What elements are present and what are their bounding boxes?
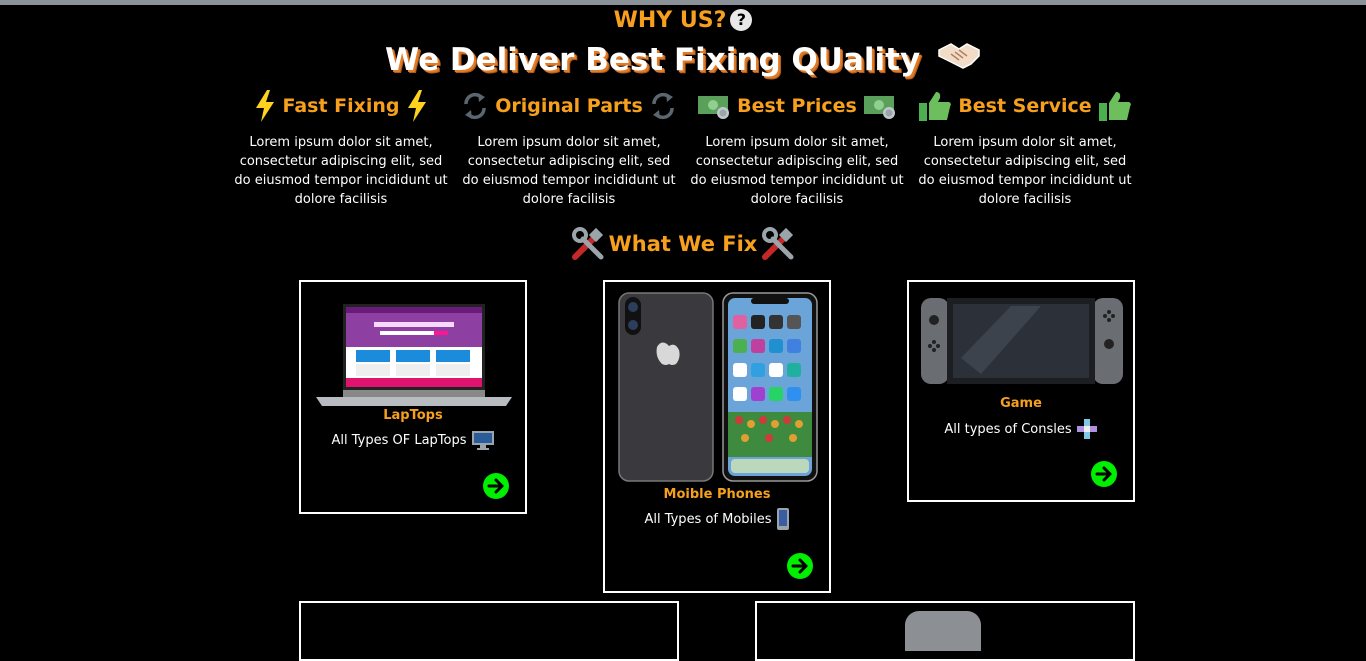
service-card-laptops[interactable]: LapTops All Types OF LapTops — [299, 280, 527, 514]
thumbs-up-icon — [1098, 92, 1131, 121]
arrow-right-button[interactable] — [787, 553, 813, 579]
card-title: Game — [1000, 396, 1042, 411]
what-we-fix-heading: What We Fix — [0, 226, 1366, 262]
feature-title: Best Service — [958, 95, 1092, 117]
headline-text: We Deliver Best Fixing QUality — [385, 42, 921, 78]
why-us-title: WHY US? — [613, 8, 727, 33]
laptop-image — [316, 304, 512, 406]
card-title: Moible Phones — [663, 487, 771, 502]
arrow-right-icon — [1095, 466, 1112, 482]
feature-description: Lorem ipsum dolor sit amet, consectetur … — [690, 135, 904, 207]
card-description-text: All types of Consles — [944, 421, 1072, 437]
feature-title: Original Parts — [495, 95, 643, 117]
money-icon — [698, 96, 730, 119]
card-description: All Types OF LapTops — [301, 430, 525, 450]
feature-description: Lorem ipsum dolor sit amet, consectetur … — [918, 135, 1132, 207]
service-card-partial[interactable] — [299, 601, 679, 661]
feature-title: Best Prices — [737, 95, 857, 117]
refresh-icon — [652, 92, 674, 120]
question-icon: ? — [730, 9, 753, 31]
service-card-partial[interactable] — [755, 601, 1135, 661]
feature-best-prices: Best Prices Lorem ipsum dolor sit amet, … — [687, 88, 907, 209]
feature-fast-fixing: Fast Fixing Lorem ipsum dolor sit amet, … — [231, 88, 451, 209]
handshake-icon — [938, 43, 980, 69]
feature-title: Fast Fixing — [282, 95, 400, 117]
lightning-icon — [256, 90, 275, 122]
arrow-right-icon — [791, 558, 808, 574]
card-description: All Types of Mobiles — [605, 507, 829, 531]
card-title: LapTops — [383, 408, 443, 423]
tools-icon — [571, 227, 604, 260]
lightning-icon — [407, 90, 426, 122]
thumbs-up-icon — [919, 92, 952, 121]
game-console-image — [921, 298, 1123, 384]
card-description: All types of Consles — [909, 418, 1133, 440]
desktop-computer-icon — [471, 431, 494, 450]
tools-icon — [762, 227, 794, 260]
arrow-right-icon — [487, 478, 504, 494]
feature-description: Lorem ipsum dolor sit amet, consectetur … — [462, 135, 676, 207]
feature-original-parts: Original Parts Lorem ipsum dolor sit ame… — [459, 88, 679, 209]
service-card-mobile-phones[interactable]: Moible Phones All Types of Mobiles — [603, 280, 831, 593]
arrow-right-button[interactable] — [483, 473, 509, 499]
device-image-partial — [905, 611, 981, 651]
money-icon — [863, 96, 895, 119]
what-we-fix-title: What We Fix — [608, 232, 758, 256]
arrow-right-button[interactable] — [1091, 461, 1117, 487]
browser-top-bar — [0, 0, 1366, 5]
card-description-text: All Types OF LapTops — [331, 432, 467, 448]
gamepad-icon — [1076, 419, 1097, 439]
why-us-heading: WHY US?? — [0, 7, 1366, 35]
service-card-game[interactable]: Game All types of Consles — [907, 280, 1135, 502]
feature-description: Lorem ipsum dolor sit amet, consectetur … — [234, 135, 448, 207]
mobile-phone-icon — [776, 508, 789, 530]
phone-image — [618, 292, 818, 482]
refresh-icon — [464, 92, 486, 120]
page-headline: We Deliver Best Fixing QUality — [0, 40, 1366, 80]
card-description-text: All Types of Mobiles — [644, 511, 772, 527]
feature-best-service: Best Service Lorem ipsum dolor sit amet,… — [915, 88, 1135, 209]
